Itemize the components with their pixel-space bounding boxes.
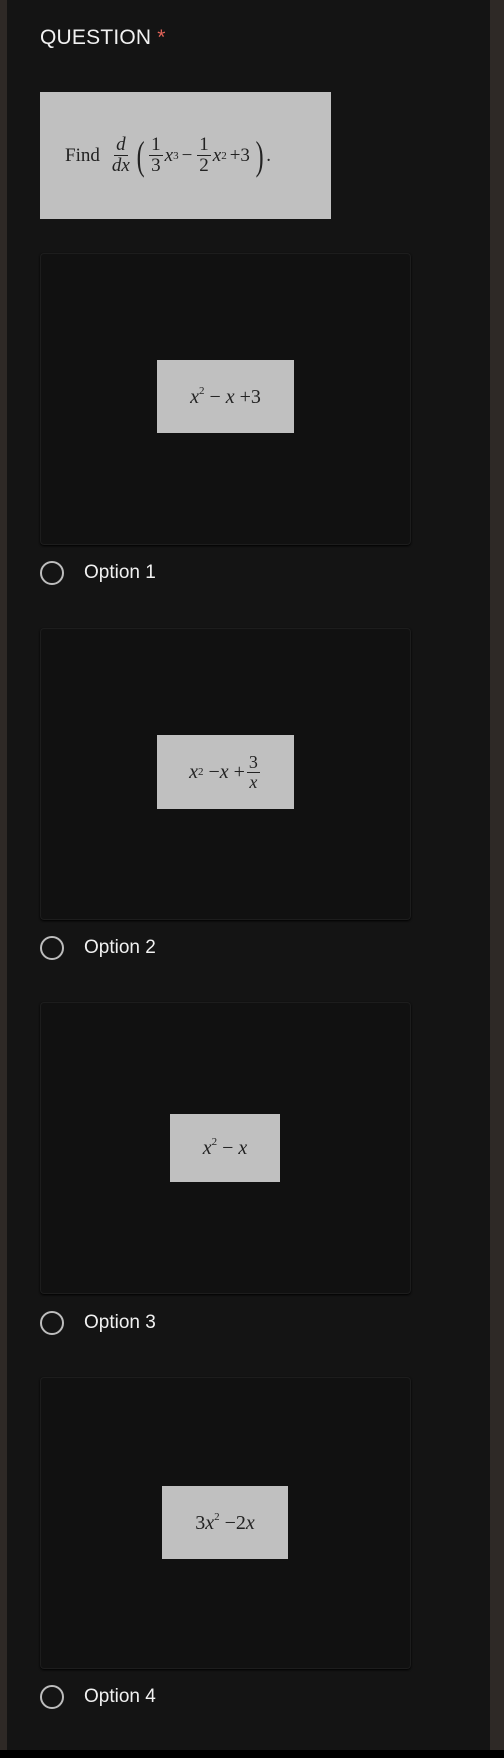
question-title: QUESTION *: [40, 26, 166, 50]
question-image: Find d dx ( 13 x3 − 12 x2 +3 ).: [40, 92, 331, 219]
option-1-card: x2 − x +3: [40, 253, 411, 545]
option-1-choice[interactable]: Option 1: [40, 558, 156, 588]
question-title-text: QUESTION: [40, 26, 152, 49]
option-3-image: x2 − x: [170, 1114, 280, 1182]
option-2-label: Option 2: [84, 937, 156, 958]
option-2-radio[interactable]: [40, 936, 64, 960]
option-1-radio[interactable]: [40, 561, 64, 585]
option-4-radio[interactable]: [40, 1685, 64, 1709]
option-4-choice[interactable]: Option 4: [40, 1682, 156, 1712]
option-1-label: Option 1: [84, 562, 156, 583]
required-mark: *: [157, 26, 166, 49]
option-4-image: 3x2 −2x: [162, 1486, 288, 1559]
option-3-label: Option 3: [84, 1312, 156, 1333]
option-3-radio[interactable]: [40, 1311, 64, 1335]
option-3-card: x2 − x: [40, 1002, 411, 1294]
option-4-label: Option 4: [84, 1686, 156, 1707]
option-2-choice[interactable]: Option 2: [40, 933, 156, 963]
option-1-image: x2 − x +3: [157, 360, 294, 433]
option-2-card: x2 − x +3 x: [40, 628, 411, 920]
option-2-image: x2 − x +3 x: [157, 735, 294, 809]
bottom-bar: [0, 1750, 504, 1758]
option-3-choice[interactable]: Option 3: [40, 1308, 156, 1338]
option-4-card: 3x2 −2x: [40, 1377, 411, 1669]
